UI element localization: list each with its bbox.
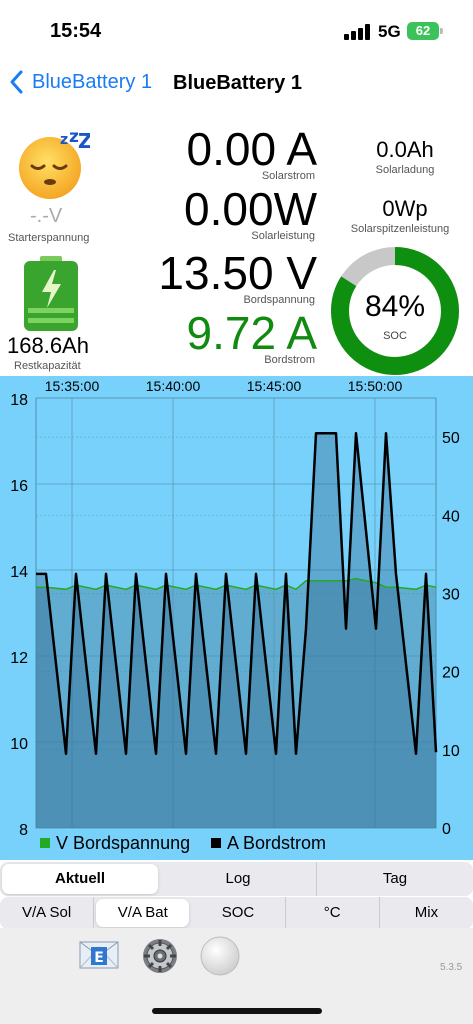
legend-label-current: A Bordstrom	[227, 833, 326, 853]
back-button[interactable]: BlueBattery 1	[10, 70, 152, 94]
y-right-tick-label: 30	[442, 586, 460, 603]
solar-power-value: 0.00W	[184, 183, 317, 235]
x-tick-label: 15:40:00	[146, 378, 201, 394]
back-label: BlueBattery 1	[32, 70, 153, 93]
y-left-tick-label: 16	[10, 478, 28, 495]
solar-power-label: Solarleistung	[251, 230, 315, 242]
board-current-value: 9.72 A	[186, 307, 317, 359]
chevron-left-icon	[10, 70, 23, 94]
y-left-tick-label: 18	[10, 392, 28, 409]
chart-area[interactable]: 8 10 12 14 16 18 0 10 20 30 40 50 15:35:00 15:40:00 15…	[0, 376, 473, 860]
x-tick-label: 15:45:00	[247, 378, 302, 394]
signal-icon	[344, 24, 372, 40]
y-left-tick-label: 12	[10, 650, 28, 667]
battery-tip	[440, 28, 443, 34]
x-tick-label: 15:50:00	[348, 378, 403, 394]
version-label: 5.3.5	[440, 962, 463, 973]
tab-va-sol[interactable]: V/A Sol	[0, 897, 95, 929]
page-title: BlueBattery 1	[173, 72, 302, 94]
mail-letter: E	[94, 950, 104, 966]
y-right-tick-label: 50	[442, 430, 460, 447]
soc-value: 84%	[364, 290, 426, 323]
remaining-capacity-value: 168.6Ah	[7, 333, 89, 358]
y-left-tick-label: 10	[10, 736, 28, 753]
legend-swatch-voltage	[40, 838, 50, 848]
y-right-tick-label: 40	[442, 508, 460, 525]
solar-peak-label: Solarspitzenleistung	[350, 223, 450, 235]
starter-voltage-value: -.-V	[30, 205, 63, 227]
home-indicator	[152, 1008, 322, 1014]
board-voltage-label: Bordspannung	[243, 294, 315, 306]
tab-log[interactable]: Log	[160, 862, 317, 896]
tab-aktuell[interactable]: Aktuell	[2, 864, 158, 894]
y-right-tick-label: 0	[442, 821, 451, 838]
y-left-tick-label: 14	[10, 564, 28, 581]
solar-peak-value: 0Wp	[382, 196, 428, 221]
status-time: 15:54	[50, 20, 102, 42]
tab-tag[interactable]: Tag	[317, 862, 473, 896]
x-tick-label: 15:35:00	[45, 378, 100, 394]
mail-icon[interactable]: E	[79, 941, 119, 969]
legend-swatch-current	[211, 838, 221, 848]
sleeping-emoji-icon: z z Z	[19, 128, 90, 199]
svg-text:z: z	[60, 132, 68, 148]
y-right-tick-label: 10	[442, 743, 460, 760]
line-chart: 8 10 12 14 16 18 0 10 20 30 40 50 15:35:00 15:40:00 15…	[10, 378, 460, 853]
battery-charging-icon	[24, 256, 78, 331]
y-right-tick-label: 20	[442, 665, 460, 682]
svg-text:Z: Z	[78, 129, 90, 153]
period-tabs: Aktuell Log Tag	[0, 862, 473, 896]
legend-label-voltage: V Bordspannung	[56, 833, 190, 853]
solar-current-value: 0.00 A	[186, 123, 317, 175]
solar-charge-label: Solarladung	[375, 164, 435, 176]
y-left-tick-label: 8	[19, 822, 28, 839]
solar-current-label: Solarstrom	[261, 170, 315, 182]
tab-temperature[interactable]: °C	[286, 897, 380, 929]
tab-mix[interactable]: Mix	[380, 897, 473, 929]
network-label: 5G	[378, 22, 401, 41]
board-voltage-value: 13.50 V	[158, 247, 317, 299]
solar-charge-value: 0.0Ah	[376, 137, 434, 162]
tab-va-bat[interactable]: V/A Bat	[96, 899, 190, 927]
battery-icon: 62	[407, 22, 439, 40]
soc-label: SOC	[383, 330, 407, 342]
tab-soc[interactable]: SOC	[191, 897, 286, 929]
gear-icon[interactable]	[140, 936, 180, 976]
starter-voltage-label: Starterspannung	[8, 232, 90, 244]
remaining-capacity-label: Restkapazität	[14, 360, 81, 372]
chart-type-tabs: V/A Sol V/A Bat SOC °C Mix	[0, 897, 473, 929]
board-current-label: Bordstrom	[264, 354, 315, 366]
status-indicator-icon[interactable]	[199, 935, 241, 977]
